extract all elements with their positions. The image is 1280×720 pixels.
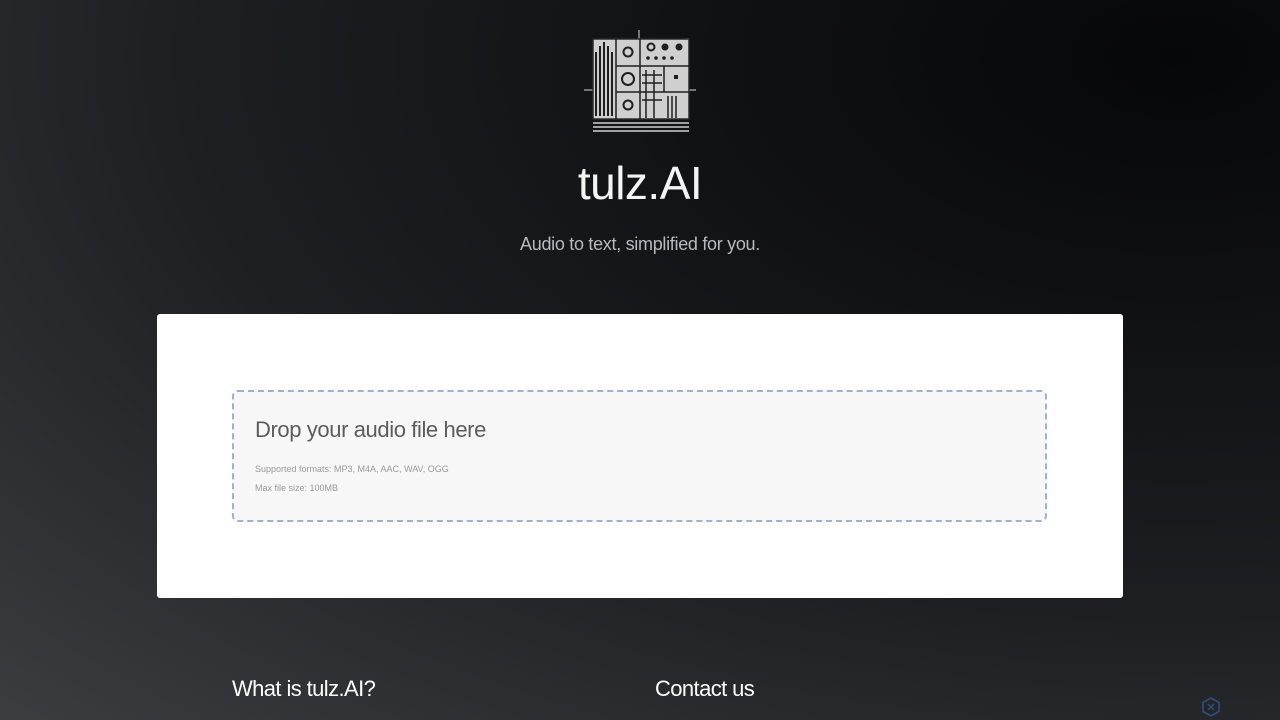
app-title: tulz.AI [577, 157, 703, 209]
synthesizer-grid-logo-icon [584, 30, 696, 136]
what-is-heading: What is tulz.AI? [232, 676, 376, 701]
contact-us-heading: Contact us [655, 676, 755, 701]
page: tulz.AI Audio to text, simplified for yo… [0, 0, 1280, 720]
audio-dropzone[interactable]: Drop your audio file here Supported form… [232, 390, 1047, 522]
hexagon-badge-icon[interactable] [1201, 697, 1221, 717]
max-file-size-text: Max file size: 100MB [255, 483, 339, 493]
dropzone-title: Drop your audio file here [255, 417, 486, 442]
app-tagline: Audio to text, simplified for you. [520, 234, 760, 254]
upload-card: Drop your audio file here Supported form… [157, 314, 1123, 598]
supported-formats-text: Supported formats: MP3, M4A, AAC, WAV, O… [255, 464, 449, 474]
